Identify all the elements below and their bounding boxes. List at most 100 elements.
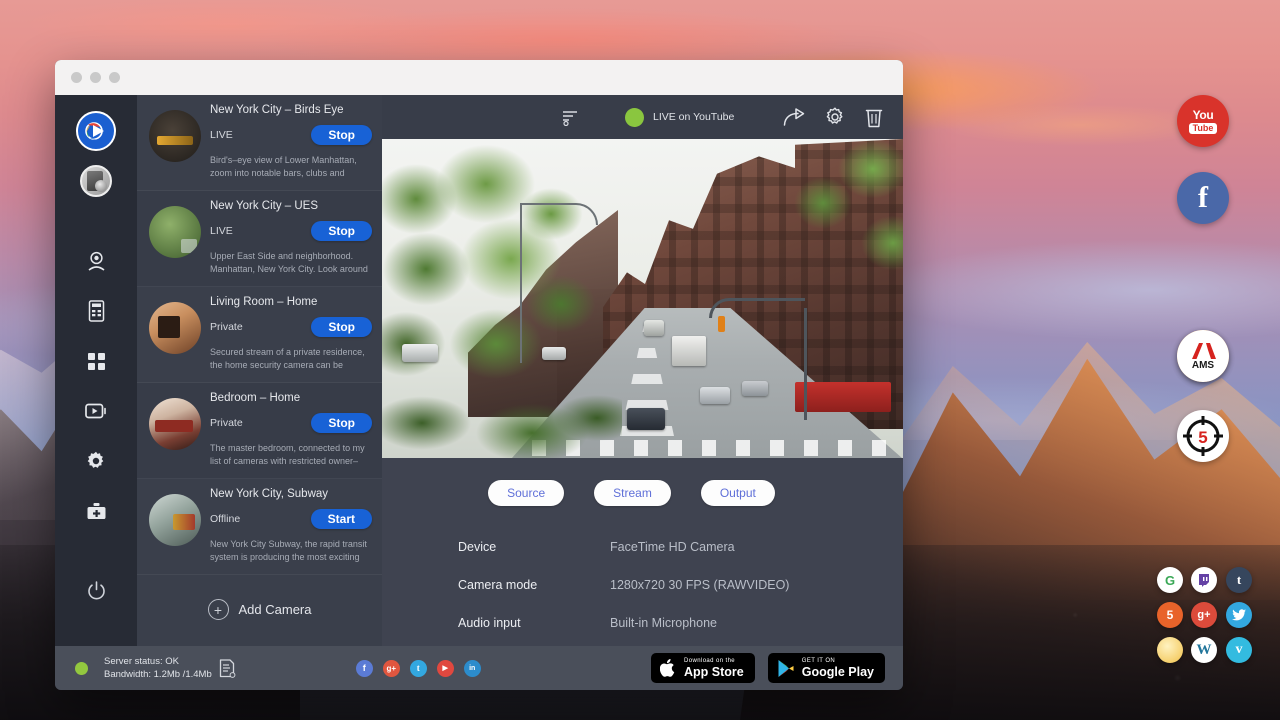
social-facebook[interactable]: f <box>356 660 373 677</box>
add-camera-button[interactable]: + Add Camera <box>137 577 382 646</box>
dock-icon-tumblr[interactable]: t <box>1226 567 1252 593</box>
dock-icon-vimeo[interactable]: v <box>1226 637 1252 663</box>
settings-button[interactable] <box>825 107 845 127</box>
google-play-text: GET IT ON Google Play <box>802 658 874 679</box>
tab-stream[interactable]: Stream <box>594 480 671 506</box>
camera-stop-button[interactable]: Stop <box>311 125 372 145</box>
camera-thumbnail <box>149 110 201 162</box>
dock-icon-ustream-small[interactable]: 5 <box>1157 602 1183 628</box>
camera-title: Living Room – Home <box>210 296 372 308</box>
app-store-text: Download on the App Store <box>684 658 744 679</box>
briefcase-plus-icon <box>86 502 107 521</box>
tab-output[interactable]: Output <box>701 480 775 506</box>
dock-icon-ustream[interactable]: 5 <box>1177 410 1229 462</box>
dock-icon-adobe-ams[interactable]: AMS <box>1177 330 1229 382</box>
device-info-list: Device FaceTime HD Camera Camera mode 12… <box>382 540 903 630</box>
video-preview[interactable] <box>382 139 903 458</box>
status-bar: Server status: OK Bandwidth: 1.2Mb /1.4M… <box>55 646 903 690</box>
preview-car <box>627 408 665 430</box>
gear-icon <box>86 451 106 471</box>
report-icon <box>87 300 106 322</box>
target-five-icon: 5 <box>1180 413 1226 459</box>
social-google-plus[interactable]: g+ <box>383 660 400 677</box>
dock-icon-facebook[interactable]: f <box>1177 172 1229 224</box>
camera-list-item[interactable]: New York City – UES LIVE Stop Upper East… <box>137 191 382 287</box>
server-status-text: Server status: OK Bandwidth: 1.2Mb /1.4M… <box>104 655 212 681</box>
settings-tabs: Source Stream Output <box>382 480 903 506</box>
app-window: New York City – Birds Eye LIVE Stop Bird… <box>55 60 903 690</box>
camera-list-item[interactable]: Bedroom – Home Private Stop The master b… <box>137 383 382 479</box>
preview-car <box>742 381 768 396</box>
live-status-dot <box>625 108 644 127</box>
gumroad-g-icon: G <box>1165 573 1175 588</box>
camera-list-item[interactable]: New York City – Birds Eye LIVE Stop Bird… <box>137 95 382 191</box>
tab-source[interactable]: Source <box>488 480 564 506</box>
log-document-icon[interactable] <box>219 659 236 678</box>
dock-icon-googleplus-small[interactable]: g+ <box>1191 602 1217 628</box>
share-button[interactable] <box>783 108 805 126</box>
sidebar-item-dashboard[interactable] <box>74 339 118 383</box>
delete-button[interactable] <box>865 107 883 128</box>
info-row-audio-input: Audio input Built-in Microphone <box>458 616 903 630</box>
social-youtube[interactable]: ▶ <box>437 660 454 677</box>
info-value[interactable]: FaceTime HD Camera <box>610 540 735 554</box>
camera-status-row: LIVE Stop <box>210 221 372 241</box>
camera-thumbnail <box>149 206 201 258</box>
live-status-indicator: LIVE on YouTube <box>625 108 734 127</box>
dock-icon-gumroad[interactable]: G <box>1157 567 1183 593</box>
apple-icon <box>660 658 677 678</box>
sidebar-item-power[interactable] <box>74 568 118 612</box>
sidebar-item-user-avatar[interactable] <box>74 159 118 203</box>
dock-icon-wordpress[interactable]: W <box>1191 637 1217 663</box>
camera-list[interactable]: New York City – Birds Eye LIVE Stop Bird… <box>137 95 382 577</box>
grid-icon <box>87 352 106 371</box>
dock-icon-twitter-small[interactable] <box>1226 602 1252 628</box>
camera-description: The master bedroom, connected to my list… <box>210 442 372 468</box>
camera-start-button[interactable]: Start <box>311 509 372 529</box>
minimize-button[interactable] <box>90 72 101 83</box>
camera-title: Bedroom – Home <box>210 392 372 404</box>
info-value[interactable]: Built-in Microphone <box>610 616 717 630</box>
preview-car <box>700 387 730 404</box>
camera-info: New York City, Subway Offline Start New … <box>210 488 372 564</box>
camera-list-item[interactable]: Living Room – Home Private Stop Secured … <box>137 287 382 383</box>
sidebar-item-broadcast[interactable] <box>74 389 118 433</box>
app-store-badge[interactable]: Download on the App Store <box>651 653 755 683</box>
close-button[interactable] <box>71 72 82 83</box>
linkedin-in-icon: in <box>469 665 475 672</box>
facebook-f-icon: f <box>363 663 366 673</box>
window-titlebar <box>55 60 903 95</box>
sidebar-item-app-logo[interactable] <box>74 109 118 153</box>
user-avatar-icon <box>80 165 112 197</box>
dock-icon-flickr[interactable] <box>1157 637 1183 663</box>
sidebar-item-addon[interactable] <box>74 489 118 533</box>
camera-stop-button[interactable]: Stop <box>311 413 372 433</box>
camera-list-item[interactable]: New York City, Subway Offline Start New … <box>137 479 382 575</box>
social-linkedin[interactable]: in <box>464 660 481 677</box>
camera-info: Living Room – Home Private Stop Secured … <box>210 296 372 372</box>
camera-status-row: Private Stop <box>210 317 372 337</box>
left-sidebar <box>55 95 137 646</box>
info-value[interactable]: 1280x720 30 FPS (RAWVIDEO) <box>610 578 789 592</box>
dock-icon-youtube[interactable]: You Tube <box>1177 95 1229 147</box>
power-icon <box>87 581 106 600</box>
info-label: Camera mode <box>458 578 610 592</box>
camera-thumbnail <box>149 398 201 450</box>
camera-stop-button[interactable]: Stop <box>311 221 372 241</box>
app-store-small-label: Download on the <box>684 658 744 664</box>
camera-status-row: Offline Start <box>210 509 372 529</box>
log-glyph <box>219 659 236 678</box>
camera-thumbnail <box>149 302 201 354</box>
zoom-button[interactable] <box>109 72 120 83</box>
server-status-line: Server status: OK <box>104 655 212 668</box>
sidebar-item-cameras[interactable] <box>74 239 118 283</box>
twitch-icon <box>1197 573 1211 587</box>
sort-icon[interactable] <box>562 109 579 126</box>
social-twitter[interactable]: t <box>410 660 427 677</box>
google-play-badge[interactable]: GET IT ON Google Play <box>768 653 885 683</box>
dock-icon-twitch[interactable] <box>1191 567 1217 593</box>
sidebar-item-reports[interactable] <box>74 289 118 333</box>
camera-stop-button[interactable]: Stop <box>311 317 372 337</box>
toolbar-actions <box>783 107 883 128</box>
sidebar-item-settings[interactable] <box>74 439 118 483</box>
